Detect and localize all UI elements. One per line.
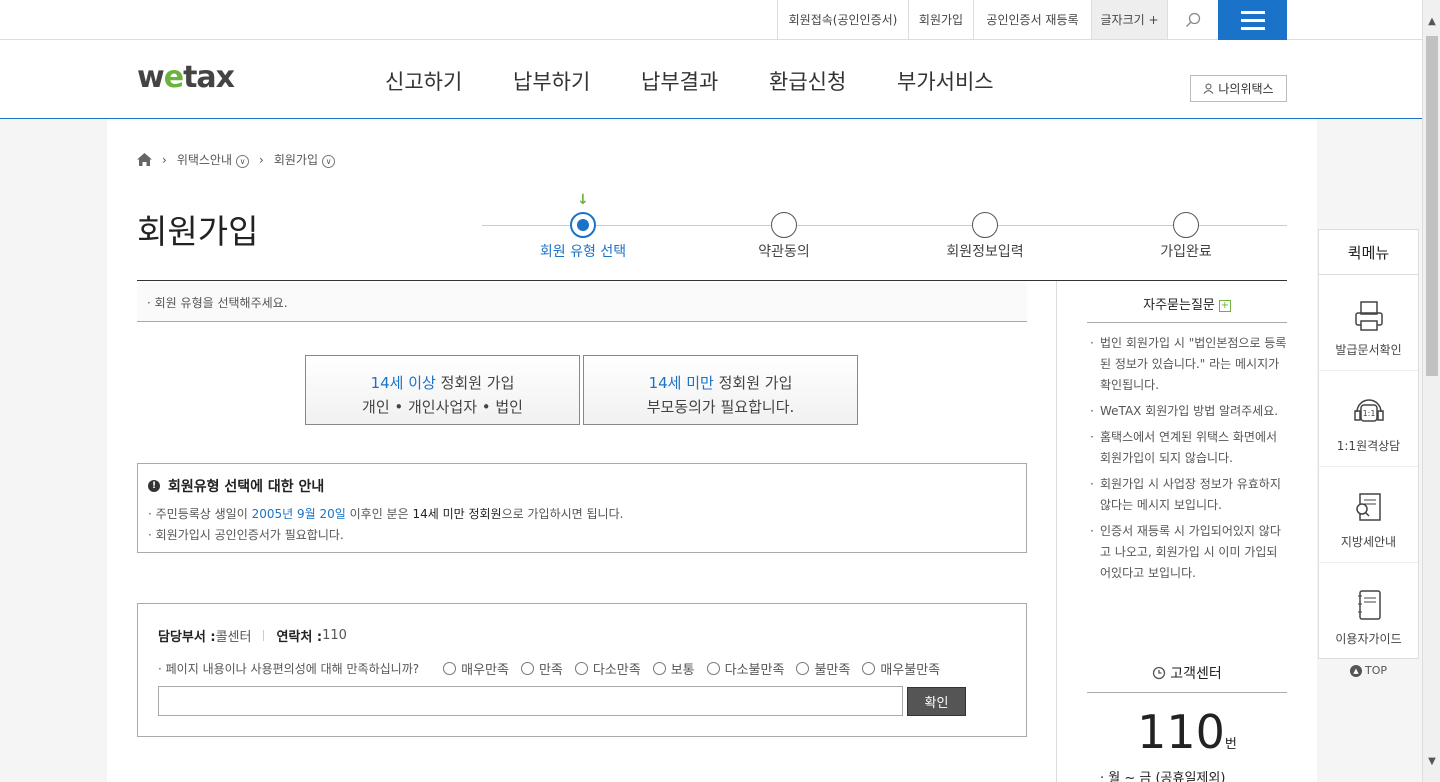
- step-label-2: 약관동의: [758, 244, 810, 260]
- scroll-up-arrow[interactable]: ▲: [1423, 12, 1440, 30]
- steps-track: [482, 225, 1287, 226]
- step-dot-4: [1173, 212, 1199, 238]
- nav-extra-services[interactable]: 부가서비스: [897, 66, 994, 96]
- radio-somewhat-satisfied[interactable]: 다소만족: [574, 659, 641, 678]
- chevron-right-icon: ›: [259, 152, 264, 167]
- signup-link[interactable]: 회원가입: [908, 0, 973, 39]
- quick-local-tax-guide[interactable]: 지방세안내: [1319, 467, 1418, 563]
- radio-neutral[interactable]: 보통: [652, 659, 695, 678]
- my-wetax-button[interactable]: 나의위택스: [1190, 75, 1287, 102]
- chevron-down-icon[interactable]: ∨: [322, 155, 335, 168]
- clock-icon: [1153, 666, 1166, 680]
- column-divider: [1056, 281, 1057, 782]
- satisfaction-survey: 담당부서 : 콜센터 연락처 : 110 · 페이지 내용이나 사용편의성에 대…: [137, 603, 1027, 737]
- page-title: 회원가입: [137, 212, 259, 251]
- customer-center-divider: [1087, 692, 1287, 693]
- faq-title[interactable]: 자주묻는질문 +: [1087, 294, 1287, 313]
- notebook-icon: [1357, 590, 1381, 620]
- step-dot-3: [972, 212, 998, 238]
- radio-satisfied[interactable]: 만족: [520, 659, 563, 678]
- radio-very-unsatisfied[interactable]: 매우불만족: [862, 659, 940, 678]
- back-to-top-button[interactable]: ▲ TOP: [1350, 664, 1387, 677]
- quick-remote-consult[interactable]: 1:1 1:1원격상담: [1319, 371, 1418, 467]
- arrow-down-icon: ↓: [577, 192, 589, 208]
- notice-bar: · 회원 유형을 선택해주세요.: [137, 283, 1027, 322]
- join-minor-button[interactable]: 14세 미만 정회원 가입 부모동의가 필요합니다.: [583, 355, 858, 425]
- breadcrumb-level1[interactable]: 위택스안내 ∨: [177, 151, 250, 168]
- search-icon: [1186, 12, 1201, 27]
- search-button[interactable]: [1167, 0, 1218, 39]
- faq-item[interactable]: 회원가입 시 사업장 정보가 유효하지않다는 메시지 보입니다.: [1090, 474, 1287, 516]
- svg-text:1:1: 1:1: [1362, 409, 1375, 418]
- info-icon: !: [148, 480, 160, 492]
- faq-divider: [1087, 322, 1287, 323]
- plus-icon[interactable]: +: [1218, 299, 1231, 312]
- utility-bar: 회원접속(공인인증서) 회원가입 공인인증서 재등록 글자크기 +: [0, 0, 1422, 40]
- member-type-guide: ! 회원유형 선택에 대한 안내 · 주민등록상 생일이 2005년 9월 20일…: [137, 463, 1027, 553]
- nav-payment[interactable]: 납부하기: [513, 66, 590, 96]
- cert-register-link[interactable]: 공인인증서 재등록: [973, 0, 1091, 39]
- wetax-logo[interactable]: wetax: [137, 60, 235, 95]
- faq-item[interactable]: 법인 회원가입 시 "법인본점으로 등록된 정보가 있습니다." 라는 메시지가…: [1090, 333, 1287, 396]
- quick-menu: 퀵메뉴 발급문서확인 1:1 1:1원격상담 지방세안내 이용자가이드: [1318, 229, 1419, 659]
- arrow-up-icon: ▲: [1350, 664, 1362, 677]
- faq-list: 법인 회원가입 시 "법인본점으로 등록된 정보가 있습니다." 라는 메시지가…: [1090, 333, 1287, 589]
- home-icon[interactable]: [137, 153, 152, 166]
- breadcrumb-level2[interactable]: 회원가입 ∨: [274, 151, 335, 168]
- quick-user-guide[interactable]: 이용자가이드: [1319, 563, 1418, 659]
- step-dot-1: [570, 212, 596, 238]
- step-label-1: 회원 유형 선택: [539, 244, 627, 260]
- nav-report[interactable]: 신고하기: [385, 66, 462, 96]
- customer-center-number: 110번: [1137, 705, 1237, 759]
- customer-center-hours: · 월 ~ 금 (공휴일제외): [1100, 771, 1226, 782]
- join-adult-button[interactable]: 14세 이상 정회원 가입 개인 • 개인사업자 • 법인: [305, 355, 580, 425]
- faq-item[interactable]: WeTAX 회원가입 방법 알려주세요.: [1090, 401, 1287, 422]
- feedback-input[interactable]: [158, 686, 903, 716]
- faq-item[interactable]: 인증서 재등록 시 가입되어있지 않다고 나오고, 회원가입 시 이미 가입되어…: [1090, 521, 1287, 584]
- scrollbar-thumb[interactable]: [1426, 36, 1438, 376]
- printer-icon: [1354, 301, 1383, 331]
- quick-issued-docs[interactable]: 발급문서확인: [1319, 275, 1418, 371]
- feedback-submit-button[interactable]: 확인: [907, 687, 966, 716]
- chevron-right-icon: ›: [162, 152, 167, 167]
- cert-login-link[interactable]: 회원접속(공인인증서): [777, 0, 908, 39]
- radio-very-satisfied[interactable]: 매우만족: [443, 659, 509, 678]
- scrollbar[interactable]: ▲ ▼: [1422, 0, 1440, 782]
- step-label-3: 회원정보입력: [946, 244, 1024, 260]
- headset-icon: 1:1: [1353, 399, 1384, 422]
- hamburger-icon: [1240, 10, 1265, 14]
- font-size-button[interactable]: 글자크기 +: [1091, 0, 1167, 39]
- customer-center-title: 고객센터: [1087, 663, 1287, 683]
- nav-refund[interactable]: 환급신청: [769, 66, 846, 96]
- user-icon: [1204, 83, 1214, 94]
- chevron-down-icon[interactable]: ∨: [236, 155, 250, 168]
- scroll-down-arrow[interactable]: ▼: [1423, 752, 1440, 770]
- quick-menu-title: 퀵메뉴: [1319, 230, 1418, 275]
- step-dot-2: [771, 212, 797, 238]
- nav-payment-result[interactable]: 납부결과: [641, 66, 718, 96]
- faq-item[interactable]: 홈택스에서 연계된 위택스 화면에서 회원가입이 되지 않습니다.: [1090, 427, 1287, 469]
- radio-somewhat-unsatisfied[interactable]: 다소불만족: [706, 659, 784, 678]
- site-header: wetax 신고하기 납부하기 납부결과 환급신청 부가서비스 나의위택스: [0, 40, 1422, 119]
- title-divider: [137, 280, 1287, 281]
- breadcrumb: › 위택스안내 ∨ › 회원가입 ∨: [137, 151, 335, 168]
- document-search-icon: [1355, 493, 1381, 521]
- hamburger-menu-button[interactable]: [1218, 0, 1287, 40]
- step-label-4: 가입완료: [1160, 244, 1212, 260]
- radio-unsatisfied[interactable]: 불만족: [796, 659, 850, 678]
